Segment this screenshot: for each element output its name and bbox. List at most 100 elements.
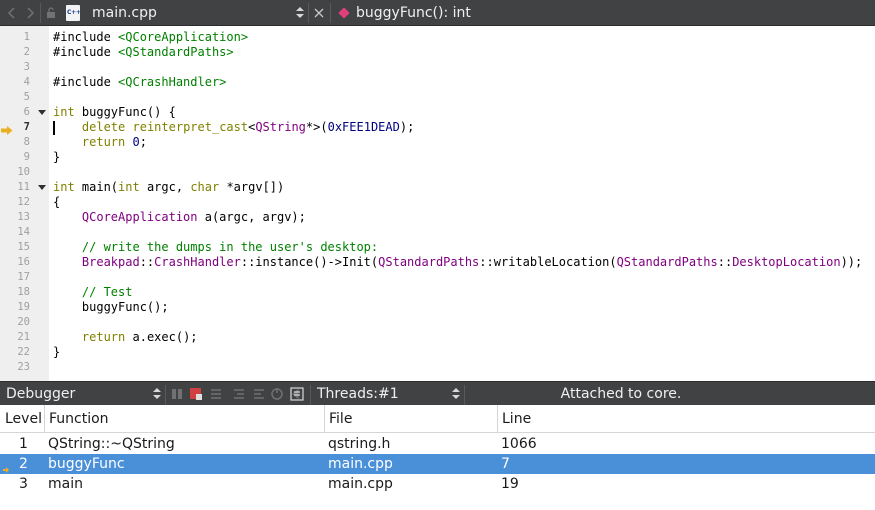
operate-by-instruction-icon[interactable]: [290, 387, 304, 401]
back-arrow-icon[interactable]: [4, 0, 20, 26]
line-number[interactable]: 16: [0, 255, 30, 270]
line-number[interactable]: 19: [0, 300, 30, 315]
code-line[interactable]: buggyFunc();: [53, 300, 169, 315]
line-number[interactable]: 10: [0, 165, 30, 180]
line-number[interactable]: 9: [0, 150, 30, 165]
code-line[interactable]: #include <QCoreApplication>: [53, 30, 248, 45]
updown-icon[interactable]: [452, 388, 460, 400]
code-line[interactable]: }: [53, 150, 60, 165]
step-out-icon[interactable]: [252, 387, 266, 401]
fold-arrow-icon[interactable]: [38, 110, 46, 115]
code-line[interactable]: QCoreApplication a(argc, argv);: [53, 210, 306, 225]
stack-level-cell: 3: [19, 476, 28, 492]
toolbar-separator: [464, 385, 465, 405]
close-icon[interactable]: [312, 0, 326, 26]
updown-icon[interactable]: [153, 388, 161, 400]
current-frame-arrow-icon: [3, 461, 9, 473]
code-token: buggyFunc() {: [74, 105, 176, 119]
continue-icon[interactable]: [170, 387, 184, 401]
code-line[interactable]: int buggyFunc() {: [53, 105, 176, 120]
line-number[interactable]: 17: [0, 270, 30, 285]
line-number[interactable]: 20: [0, 315, 30, 330]
line-number[interactable]: 8: [0, 135, 30, 150]
code-token: #include: [53, 45, 119, 59]
line-number[interactable]: 23: [0, 360, 30, 375]
code-token: ;: [139, 135, 147, 149]
step-into-icon[interactable]: [232, 387, 246, 401]
column-header-level[interactable]: Level: [1, 405, 42, 433]
line-number[interactable]: 22: [0, 345, 30, 360]
threads-label: Threads:: [317, 386, 378, 402]
column-header-line[interactable]: Line: [498, 405, 531, 433]
updown-icon[interactable]: [296, 7, 304, 19]
code-token: QStandardPaths: [378, 255, 480, 269]
debugger-engine-select[interactable]: Debugger: [6, 382, 75, 406]
column-header-file[interactable]: File: [325, 405, 352, 433]
line-number[interactable]: 15: [0, 240, 30, 255]
code-line[interactable]: return a.exec();: [53, 330, 198, 345]
line-number[interactable]: 1: [0, 30, 30, 45]
toolbar-separator: [310, 385, 311, 405]
line-number[interactable]: 13: [0, 210, 30, 225]
code-line[interactable]: #include <QStandardPaths>: [53, 45, 234, 60]
restart-icon[interactable]: [270, 387, 284, 401]
code-token: CrashHandler: [154, 255, 241, 269]
thread-select[interactable]: #1: [378, 382, 399, 406]
code-token: buggyFunc();: [53, 300, 169, 314]
open-file-selector[interactable]: main.cpp: [92, 0, 157, 26]
code-token: #include: [53, 75, 119, 89]
line-number[interactable]: 21: [0, 330, 30, 345]
line-number[interactable]: 5: [0, 90, 30, 105]
stack-level-cell: 2: [19, 456, 28, 472]
forward-arrow-icon[interactable]: [22, 0, 38, 26]
code-line[interactable]: {: [53, 195, 60, 210]
code-token: 0xFEE1DEAD: [327, 120, 400, 134]
code-token: QStandardPaths: [616, 255, 718, 269]
line-number[interactable]: 3: [0, 60, 30, 75]
stack-view: Level Function File Line 1 QString::~QStr…: [0, 405, 875, 510]
line-number[interactable]: 18: [0, 285, 30, 300]
code-token: <QStandardPaths>: [118, 45, 234, 59]
code-token: // Test: [81, 285, 133, 299]
stack-file-cell: main.cpp: [328, 476, 393, 492]
code-line[interactable]: delete reinterpret_cast<QString*>(0xFEE1…: [53, 120, 414, 135]
code-line[interactable]: Breakpad::CrashHandler::instance()->Init…: [53, 255, 862, 270]
table-row[interactable]: 1 QString::~QString qstring.h 1066: [0, 434, 875, 454]
code-token: 0: [132, 135, 140, 149]
stack-function-cell: main: [48, 476, 83, 492]
code-line[interactable]: return 0;: [53, 135, 147, 150]
code-line[interactable]: // write the dumps in the user's desktop…: [53, 240, 378, 255]
table-row[interactable]: 3 main main.cpp 19: [0, 474, 875, 494]
code-line[interactable]: }: [53, 345, 60, 360]
code-line[interactable]: #include <QCrashHandler>: [53, 75, 226, 90]
line-number[interactable]: 14: [0, 225, 30, 240]
symbol-selector[interactable]: buggyFunc(): int: [356, 0, 471, 26]
stop-icon[interactable]: [189, 387, 203, 401]
code-line[interactable]: int main(int argc, char *argv[]): [53, 180, 284, 195]
code-editor[interactable]: 1 2 3 4 5 6 7 8 9 10 11 12 13 14 15 16 17 18 19 20 21 22 23 #i…: [0, 26, 875, 381]
code-token: ::: [717, 255, 733, 269]
code-token: DesktopLocation: [732, 255, 841, 269]
table-row[interactable]: 2 buggyFunc main.cpp 7: [0, 454, 875, 474]
stack-file-cell: main.cpp: [328, 456, 393, 472]
stack-line-cell: 1066: [501, 436, 537, 452]
line-number[interactable]: 6: [0, 105, 30, 120]
code-token: ));: [840, 255, 863, 269]
toolbar-separator: [308, 3, 309, 23]
line-number-gutter[interactable]: 1 2 3 4 5 6 7 8 9 10 11 12 13 14 15 16 17 18 19 20 21 22 23: [0, 26, 49, 381]
lock-icon[interactable]: [43, 0, 59, 26]
line-number[interactable]: 2: [0, 45, 30, 60]
column-header-function[interactable]: Function: [45, 405, 109, 433]
stack-function-cell: buggyFunc: [48, 456, 125, 472]
stack-level-cell: 1: [19, 436, 28, 452]
line-number[interactable]: 12: [0, 195, 30, 210]
step-over-icon[interactable]: [209, 387, 223, 401]
editor-toolbar: main.cpp buggyFunc(): int: [0, 0, 875, 26]
fold-arrow-icon[interactable]: [38, 185, 46, 190]
code-line[interactable]: // Test: [53, 285, 133, 300]
line-number[interactable]: 4: [0, 75, 30, 90]
line-number[interactable]: 11: [0, 180, 30, 195]
code-token: argc,: [139, 180, 191, 194]
